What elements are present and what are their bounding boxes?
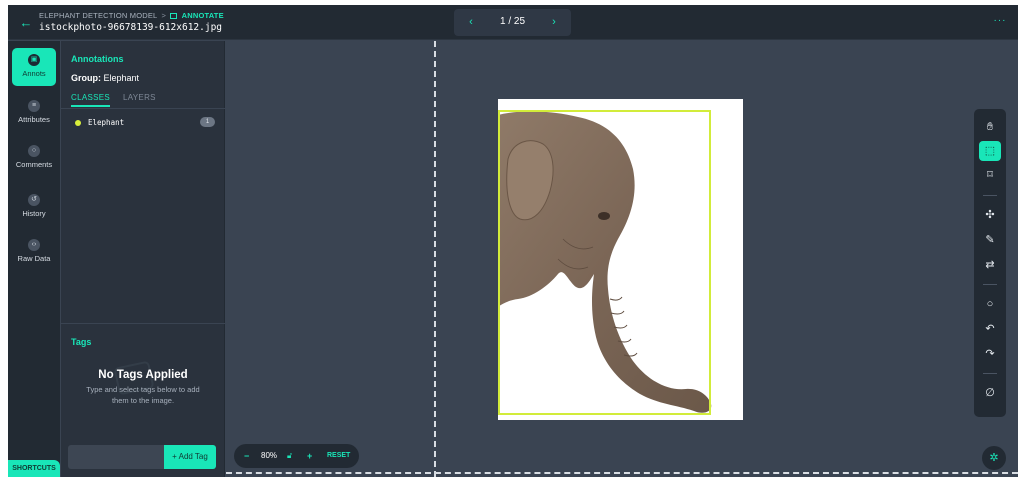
comment-icon: ○ bbox=[28, 145, 40, 157]
no-tags-subtitle: Type and select tags below to add them t… bbox=[86, 385, 200, 405]
rail-item-annots[interactable]: ▣ Annots bbox=[12, 48, 56, 86]
annotate-icon bbox=[170, 13, 178, 19]
rail-item-attributes[interactable]: ≡ Attributes bbox=[12, 94, 56, 132]
undo-icon[interactable]: ↶ bbox=[979, 319, 1001, 339]
tool-divider bbox=[983, 373, 997, 374]
canvas-boundary-horizontal bbox=[226, 472, 1018, 474]
class-row-elephant[interactable]: Elephant 1 bbox=[71, 116, 215, 130]
ellipsis-icon[interactable]: ··· bbox=[992, 14, 1008, 30]
settings-icon[interactable]: ✲ bbox=[982, 446, 1006, 470]
polygon-icon[interactable]: ⌑ bbox=[979, 165, 1001, 185]
class-color-dot bbox=[75, 120, 81, 126]
tab-classes[interactable]: CLASSES bbox=[71, 93, 111, 107]
rail-item-label: Raw Data bbox=[17, 254, 51, 263]
tags-title: Tags bbox=[71, 337, 92, 347]
hand-icon[interactable]: ✋︎ bbox=[979, 117, 1001, 137]
zoom-reset-button[interactable]: RESET bbox=[327, 450, 350, 462]
list-icon: ≡ bbox=[28, 100, 40, 112]
redo-icon[interactable]: ↷ bbox=[979, 344, 1001, 364]
breadcrumb-separator: > bbox=[161, 11, 167, 20]
zoom-controls: − 80% 🔓︎ + RESET bbox=[234, 444, 359, 468]
left-rail: ▣ Annots ≡ Attributes ○ Comments ↺ Histo… bbox=[8, 41, 60, 477]
bounding-box-elephant[interactable] bbox=[498, 110, 711, 415]
tab-layers[interactable]: LAYERS bbox=[123, 93, 156, 102]
zoom-level: 80% bbox=[261, 451, 278, 460]
history-icon: ↺ bbox=[28, 194, 40, 206]
top-bar: ← ELEPHANT DETECTION MODEL > ANNOTATE is… bbox=[8, 5, 1018, 40]
group-value: Elephant bbox=[103, 73, 140, 83]
code-icon: ‹› bbox=[28, 239, 40, 251]
shortcuts-button[interactable]: SHORTCUTS bbox=[8, 460, 60, 477]
comment-icon[interactable]: ○ bbox=[979, 294, 1001, 314]
tool-divider bbox=[983, 195, 997, 196]
image-pager: ‹ 1 / 25 › bbox=[454, 9, 571, 36]
rail-item-label: Attributes bbox=[18, 115, 50, 124]
rail-item-label: Annots bbox=[22, 69, 46, 78]
tag-input[interactable] bbox=[68, 445, 164, 469]
annotations-panel: Annotations Group: Elephant CLASSES LAYE… bbox=[61, 41, 225, 477]
rail-item-label: History bbox=[22, 209, 46, 218]
group-label: Group: bbox=[71, 73, 101, 83]
clear-icon[interactable]: ∅ bbox=[979, 383, 1001, 403]
bounding-box-icon[interactable]: ⬚ bbox=[979, 141, 1001, 161]
add-tag-button[interactable]: + Add Tag bbox=[164, 445, 216, 469]
tool-palette: ✋︎ ⬚ ⌑ ✣ ✎ ⇄ ○ ↶ ↷ ∅ bbox=[974, 109, 1006, 417]
lock-icon[interactable]: 🔓︎ bbox=[287, 450, 292, 462]
chevron-right-icon[interactable]: › bbox=[544, 13, 564, 32]
page-indicator: 1 / 25 bbox=[499, 16, 526, 27]
panel-title: Annotations bbox=[71, 54, 124, 64]
class-count-badge: 1 bbox=[200, 117, 215, 127]
rail-item-raw-data[interactable]: ‹› Raw Data bbox=[12, 233, 56, 271]
rail-item-comments[interactable]: ○ Comments bbox=[12, 139, 56, 177]
tags-section: Tags No Tags Applied Type and select tag… bbox=[61, 323, 225, 477]
annotation-canvas[interactable]: − 80% 🔓︎ + RESET ✋︎ ⬚ ⌑ ✣ ✎ ⇄ ○ ↶ ↷ ∅ ✲ bbox=[226, 41, 1018, 477]
panel-tabs: CLASSES LAYERS bbox=[61, 91, 225, 109]
breadcrumb: ELEPHANT DETECTION MODEL > ANNOTATE bbox=[39, 11, 224, 20]
zoom-out-button[interactable]: − bbox=[244, 450, 249, 462]
breadcrumb-project[interactable]: ELEPHANT DETECTION MODEL bbox=[39, 11, 157, 20]
no-tags-title: No Tags Applied bbox=[98, 369, 188, 381]
zoom-in-button[interactable]: + bbox=[307, 450, 312, 462]
chevron-left-icon[interactable]: ‹ bbox=[461, 13, 481, 32]
breadcrumb-current: ANNOTATE bbox=[181, 11, 224, 20]
class-name: Elephant bbox=[88, 118, 125, 127]
magic-wand-icon[interactable]: ✎ bbox=[979, 230, 1001, 250]
swap-icon[interactable]: ⇄ bbox=[979, 255, 1001, 275]
magic-select-icon[interactable]: ✣ bbox=[979, 205, 1001, 225]
annotations-icon: ▣ bbox=[28, 54, 40, 66]
canvas-boundary-vertical bbox=[434, 41, 436, 477]
group-line: Group: Elephant bbox=[71, 73, 139, 83]
tool-divider bbox=[983, 284, 997, 285]
back-arrow-icon[interactable]: ← bbox=[16, 13, 36, 33]
annotation-app: ← ELEPHANT DETECTION MODEL > ANNOTATE is… bbox=[8, 5, 1018, 477]
file-name: istockphoto-96678139-612x612.jpg bbox=[39, 22, 223, 33]
rail-item-history[interactable]: ↺ History bbox=[12, 188, 56, 226]
rail-item-label: Comments bbox=[15, 160, 53, 169]
